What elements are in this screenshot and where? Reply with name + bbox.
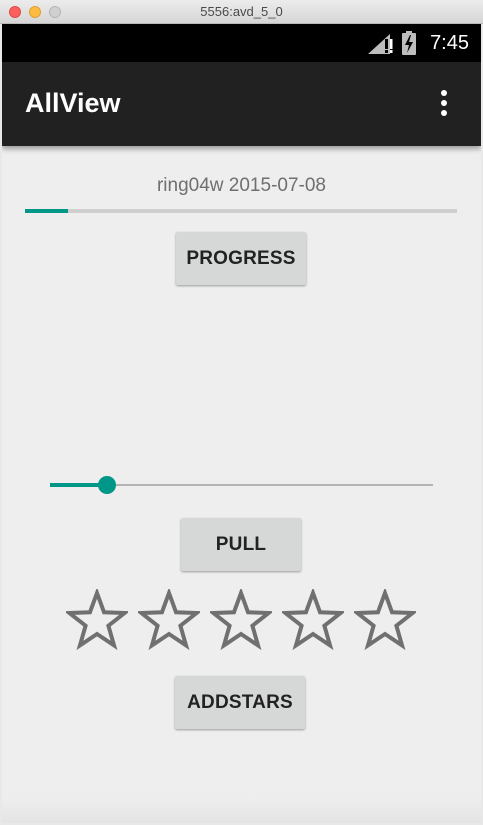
seekbar-thumb[interactable] [98,476,117,494]
status-bar: 7:45 [2,24,481,62]
rating-bar[interactable] [66,589,426,651]
window-titlebar: 5556:avd_5_0 [0,0,483,24]
window-title: 5556:avd_5_0 [200,4,283,19]
star-icon[interactable] [210,589,272,651]
progress-button[interactable]: PROGRESS [176,232,306,285]
seekbar[interactable] [50,476,433,494]
battery-charging-icon [402,31,416,55]
app-toolbar: AllView [2,62,481,146]
addstars-button[interactable]: ADDSTARS [175,676,305,729]
bottom-edge [2,797,481,823]
star-icon[interactable] [282,589,344,651]
signal-icon [368,34,393,54]
progress-fill [25,209,69,213]
star-icon[interactable] [354,589,416,651]
pull-button[interactable]: PULL [181,518,301,571]
emulator-screen: 7:45 AllView ring04w 2015-07-08 PROGRESS… [2,24,481,823]
star-icon[interactable] [138,589,200,651]
app-title: AllView [25,88,121,118]
progress-bar [25,209,457,213]
status-time: 7:45 [430,32,469,54]
star-icon[interactable] [66,589,128,651]
date-label: ring04w 2015-07-08 [156,175,326,196]
overflow-menu-icon[interactable] [440,90,448,118]
